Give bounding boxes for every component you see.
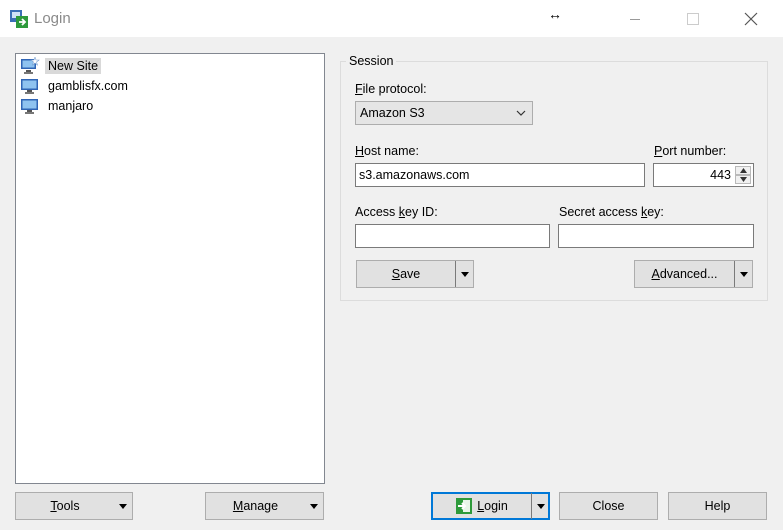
login-button[interactable]: Login: [431, 492, 550, 520]
site-item-label: gamblisfx.com: [48, 79, 128, 93]
close-button[interactable]: Close: [559, 492, 658, 520]
advanced-button-label: Advanced...: [651, 267, 718, 281]
tools-button[interactable]: Tools: [15, 492, 133, 520]
arrow-down-icon: [739, 177, 747, 182]
file-protocol-value: Amazon S3: [360, 106, 425, 120]
port-number-label: Port number:: [654, 144, 727, 158]
site-tree[interactable]: New Site gamblisfx.com manjaro: [15, 53, 325, 484]
port-decrement-button[interactable]: [735, 175, 751, 184]
secret-access-key-input[interactable]: [558, 224, 754, 248]
site-item-gamblisfx[interactable]: gamblisfx.com: [20, 76, 131, 96]
dropdown-arrow-icon: [460, 271, 469, 277]
site-item-label: New Site: [45, 58, 102, 74]
session-group-title: Session: [346, 54, 397, 68]
help-button[interactable]: Help: [668, 492, 767, 520]
file-protocol-label: File protocol:: [355, 82, 427, 96]
help-button-label: Help: [704, 499, 731, 513]
dropdown-arrow-icon: [536, 503, 545, 509]
port-spin-buttons: [735, 166, 751, 184]
winscp-app-icon: [10, 10, 28, 28]
port-increment-button[interactable]: [735, 166, 751, 175]
login-button-content: Login: [455, 497, 508, 515]
port-number-spinner[interactable]: 443: [653, 163, 754, 187]
advanced-dropdown-arrow[interactable]: [734, 261, 752, 287]
tools-dropdown-arrow[interactable]: [114, 493, 132, 519]
save-button-label: Save: [391, 267, 421, 281]
manage-dropdown-arrow[interactable]: [305, 493, 323, 519]
manage-button-label: Manage: [232, 499, 279, 513]
tools-button-label: Tools: [50, 499, 80, 513]
access-key-id-input[interactable]: [355, 224, 550, 248]
site-item-manjaro[interactable]: manjaro: [20, 96, 96, 116]
host-name-label: Host name:: [355, 144, 419, 158]
save-button[interactable]: Save: [356, 260, 474, 288]
dropdown-arrow-icon: [119, 503, 127, 509]
chevron-down-icon: [516, 110, 526, 116]
save-dropdown-arrow[interactable]: [455, 261, 473, 287]
dialog-client-area: New Site gamblisfx.com manjaro Session F…: [0, 38, 783, 530]
window-title: Login: [34, 10, 71, 27]
arrow-up-icon: [739, 168, 747, 173]
new-site-monitor-icon: [21, 57, 40, 74]
close-icon: [744, 12, 758, 26]
site-item-label: manjaro: [48, 99, 94, 113]
title-bar: Login ↔: [0, 0, 783, 38]
advanced-button[interactable]: Advanced...: [634, 260, 753, 288]
login-icon: [456, 498, 473, 514]
dropdown-arrow-icon: [739, 271, 748, 277]
monitor-icon: [21, 79, 38, 94]
resize-cursor-icon: ↔: [548, 6, 562, 22]
login-dropdown-arrow[interactable]: [531, 493, 549, 519]
maximize-button[interactable]: [670, 0, 716, 38]
host-name-input[interactable]: [355, 163, 645, 187]
close-window-button[interactable]: [728, 0, 774, 38]
monitor-icon: [21, 99, 38, 114]
file-protocol-select[interactable]: Amazon S3: [355, 101, 533, 125]
port-number-value: 443: [710, 168, 731, 182]
close-button-label: Close: [592, 499, 625, 513]
minimize-button[interactable]: [612, 0, 658, 38]
dropdown-arrow-icon: [310, 503, 318, 509]
login-button-label: Login: [477, 499, 508, 513]
site-item-new-site[interactable]: New Site: [20, 56, 102, 76]
manage-button[interactable]: Manage: [205, 492, 324, 520]
secret-access-key-label: Secret access key:: [559, 205, 664, 219]
access-key-id-label: Access key ID:: [355, 205, 438, 219]
